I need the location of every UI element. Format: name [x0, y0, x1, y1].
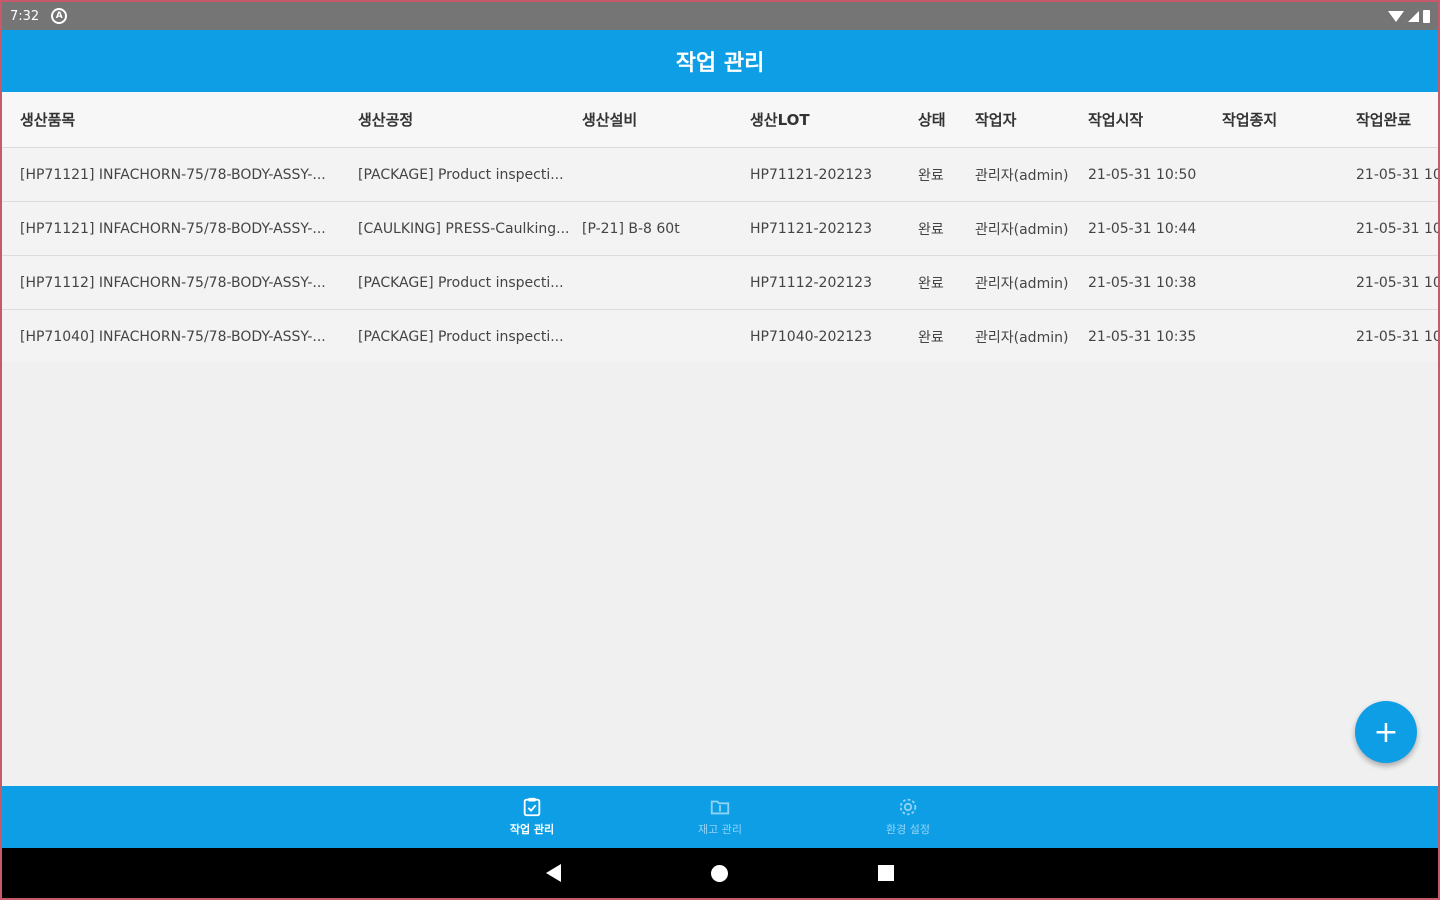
cell-start: 21-05-31 10:35: [1088, 328, 1197, 345]
column-header-lot[interactable]: 생산LOT: [750, 92, 915, 147]
cell-stop: [1222, 202, 1352, 255]
cell-start: 21-05-31 10:44: [1088, 220, 1197, 237]
folder-icon: [709, 797, 731, 817]
cell-status: 완료: [918, 329, 944, 346]
battery-icon: [1423, 9, 1430, 23]
table-header: 생산품목 생산공정 생산설비 생산LOT 상태 작업자 작업시작 작업종지 작업…: [2, 92, 1438, 148]
cell-lot: HP71112-202123: [750, 274, 873, 291]
nav-item-inventory-management[interactable]: 재고 관리: [626, 786, 814, 848]
cell-process: [PACKAGE] Product inspecti...: [358, 274, 564, 291]
cell-equipment: [582, 256, 747, 309]
app-bar: 작업 관리: [2, 30, 1438, 92]
notification-badge-icon: A: [51, 8, 68, 24]
cell-item: [HP71040] INFACHORN-75/78-BODY-ASSY-...: [20, 328, 326, 345]
work-table: 생산품목 생산공정 생산설비 생산LOT 상태 작업자 작업시작 작업종지 작업…: [2, 92, 1438, 364]
cell-lot: HP71121-202123: [750, 166, 873, 183]
cell-process: [PACKAGE] Product inspecti...: [358, 166, 564, 183]
clipboard-check-icon: [521, 797, 543, 817]
gear-icon: [897, 797, 919, 817]
cell-status: 완료: [918, 167, 944, 184]
cell-start: 21-05-31 10:50: [1088, 166, 1197, 183]
cell-complete: 21-05-31 10: [1356, 274, 1438, 291]
column-header-item[interactable]: 생산품목: [20, 92, 355, 147]
cell-lot: HP71121-202123: [750, 220, 873, 237]
cell-complete: 21-05-31 10: [1356, 328, 1438, 345]
column-header-status[interactable]: 상태: [918, 92, 973, 147]
cell-stop: [1222, 148, 1352, 201]
cell-equipment: [P-21] B-8 60t: [582, 220, 680, 237]
cell-worker: 관리자(admin): [975, 275, 1069, 292]
page-title: 작업 관리: [675, 51, 765, 76]
status-icons: [1388, 9, 1430, 23]
cell-worker: 관리자(admin): [975, 221, 1069, 238]
signal-icon: [1408, 10, 1419, 22]
recent-apps-icon[interactable]: [878, 865, 894, 881]
column-header-worker[interactable]: 작업자: [975, 92, 1087, 147]
add-work-button[interactable]: +: [1355, 701, 1417, 763]
cell-equipment: [582, 148, 747, 201]
wifi-icon: [1388, 10, 1404, 22]
cell-worker: 관리자(admin): [975, 329, 1069, 346]
app-frame: 7:32 A 작업 관리 생산품목 생산공정 생산설비 생산LOT 상태 작업자…: [2, 2, 1438, 898]
cell-status: 완료: [918, 221, 944, 238]
column-header-stop[interactable]: 작업종지: [1222, 92, 1352, 147]
table-row[interactable]: [HP71040] INFACHORN-75/78-BODY-ASSY-... …: [2, 310, 1438, 364]
nav-item-settings[interactable]: 환경 설정: [814, 786, 1002, 848]
table-row[interactable]: [HP71112] INFACHORN-75/78-BODY-ASSY-... …: [2, 256, 1438, 310]
cell-worker: 관리자(admin): [975, 167, 1069, 184]
cell-lot: HP71040-202123: [750, 328, 873, 345]
system-navigation-bar: [2, 848, 1438, 898]
bottom-navigation: 작업 관리 재고 관리 환경 설정: [2, 786, 1438, 848]
cell-process: [PACKAGE] Product inspecti...: [358, 328, 564, 345]
home-icon[interactable]: [711, 864, 728, 882]
cell-complete: 21-05-31 10: [1356, 166, 1438, 183]
cell-item: [HP71112] INFACHORN-75/78-BODY-ASSY-...: [20, 274, 326, 291]
column-header-process[interactable]: 생산공정: [358, 92, 580, 147]
nav-label: 재고 관리: [698, 823, 742, 836]
nav-label: 환경 설정: [886, 823, 930, 836]
cell-complete: 21-05-31 10: [1356, 220, 1438, 237]
column-header-start[interactable]: 작업시작: [1088, 92, 1218, 147]
cell-stop: [1222, 256, 1352, 309]
cell-equipment: [582, 310, 747, 363]
cell-item: [HP71121] INFACHORN-75/78-BODY-ASSY-...: [20, 166, 326, 183]
table-row[interactable]: [HP71121] INFACHORN-75/78-BODY-ASSY-... …: [2, 148, 1438, 202]
cell-start: 21-05-31 10:38: [1088, 274, 1197, 291]
column-header-equipment[interactable]: 생산설비: [582, 92, 747, 147]
table-row[interactable]: [HP71121] INFACHORN-75/78-BODY-ASSY-... …: [2, 202, 1438, 256]
cell-item: [HP71121] INFACHORN-75/78-BODY-ASSY-...: [20, 220, 326, 237]
column-header-complete[interactable]: 작업완료: [1356, 92, 1438, 147]
status-bar: 7:32 A: [2, 2, 1438, 30]
cell-stop: [1222, 310, 1352, 363]
nav-label: 작업 관리: [509, 823, 555, 836]
back-icon[interactable]: [546, 864, 561, 882]
cell-status: 완료: [918, 275, 944, 292]
nav-item-work-management[interactable]: 작업 관리: [438, 786, 626, 848]
empty-list-area: [2, 362, 1438, 786]
status-time: 7:32: [10, 8, 40, 24]
cell-process: [CAULKING] PRESS-Caulking...: [358, 220, 570, 237]
